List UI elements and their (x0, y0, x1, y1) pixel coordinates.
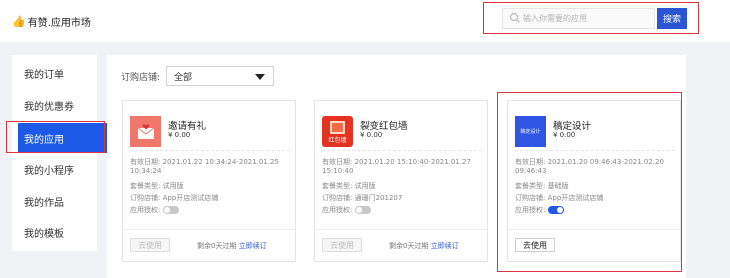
sidebar-highlight-outline (6, 121, 105, 153)
auth-label: 应用授权: (322, 206, 353, 214)
thumbs-up-icon: 👍 (12, 15, 26, 28)
search-box[interactable] (502, 8, 655, 29)
store-value: 通珊门201207 (354, 194, 403, 202)
card-footer-divider (123, 229, 295, 230)
plan-value: 试用版 (354, 182, 376, 190)
sidebar-item-works[interactable]: 我的作品 (12, 186, 97, 216)
valid-date-row: 有效日期: 2021.01.22 10:34:24-2021.01.25 10:… (130, 158, 280, 176)
red-packet-wall-app-icon: 红包墙 (322, 116, 353, 147)
app-name: 裂变红包墙 (360, 121, 408, 132)
logo-text: 有赞.应用市场 (27, 18, 91, 29)
store-row: 订购店铺: App开店测试店铺 (130, 193, 218, 203)
store-label: 订购店铺: (322, 194, 353, 202)
app-card: 红包墙 裂变红包墙 ¥ 0.00 有效日期: 2021.01.20 15:10:… (314, 100, 488, 262)
search-button[interactable]: 搜索 (657, 8, 687, 29)
valid-date-label: 有效日期: (130, 158, 161, 166)
top-bar: 👍 有赞.应用市场 搜索 (0, 0, 730, 42)
store-filter-label: 订购店铺: (121, 73, 161, 83)
sidebar-item-orders[interactable]: 我的订单 (12, 58, 97, 88)
auth-row: 应用授权: (322, 205, 352, 215)
sidebar-item-templates[interactable]: 我的模板 (12, 217, 97, 247)
app-logo[interactable]: 👍 有赞.应用市场 (12, 14, 91, 29)
renew-link[interactable]: 立即续订 (431, 242, 459, 250)
auth-label: 应用授权: (130, 206, 161, 214)
store-filter-select[interactable]: 全部 (166, 66, 274, 86)
red-packet-icon: 红包墙 (328, 121, 347, 144)
sidebar-item-coupons[interactable]: 我的优惠券 (12, 90, 97, 120)
valid-date-label: 有效日期: (322, 158, 353, 166)
expiry-info: 剩余0天过期 立即续订 (389, 241, 459, 251)
store-label: 订购店铺: (130, 194, 161, 202)
remaining-days: 剩余0天过期 (389, 242, 429, 250)
plan-label: 套餐类型: (130, 182, 161, 190)
expiry-info: 剩余0天过期 立即续订 (197, 241, 267, 251)
card-footer-divider (315, 229, 487, 230)
auth-toggle[interactable] (163, 206, 179, 214)
toggle-knob (164, 207, 170, 213)
plan-row: 套餐类型: 试用版 (130, 181, 184, 191)
card-highlight-outline (497, 92, 682, 272)
plan-value: 试用版 (162, 182, 184, 190)
remaining-days: 剩余0天过期 (197, 242, 237, 250)
app-price: ¥ 0.00 (360, 131, 383, 139)
toggle-knob (356, 207, 362, 213)
store-value: App开店测试店铺 (162, 194, 219, 202)
app-price: ¥ 0.00 (168, 131, 191, 139)
sidebar: 我的订单 我的优惠券 我的应用 我的小程序 我的作品 我的模板 (12, 55, 109, 251)
auth-row: 应用授权: (130, 205, 160, 215)
renew-link[interactable]: 立即续订 (239, 242, 267, 250)
search-input[interactable] (523, 10, 651, 27)
sidebar-item-mini-programs[interactable]: 我的小程序 (12, 154, 97, 184)
divider (322, 150, 482, 151)
app-name: 邀请有礼 (168, 121, 207, 132)
use-button[interactable]: 去使用 (130, 238, 170, 252)
invite-gift-app-icon (130, 116, 161, 147)
auth-toggle[interactable] (355, 206, 371, 214)
store-row: 订购店铺: 通珊门201207 (322, 193, 402, 203)
use-button[interactable]: 去使用 (322, 238, 362, 252)
envelope-heart-icon (137, 123, 154, 139)
chevron-down-icon (255, 74, 265, 80)
search-icon (509, 12, 520, 23)
divider (130, 150, 290, 151)
store-filter-value: 全部 (174, 72, 193, 83)
plan-label: 套餐类型: (322, 182, 353, 190)
valid-date-row: 有效日期: 2021.01.20 15:10:40-2021.01.27 15:… (322, 158, 472, 176)
plan-row: 套餐类型: 试用版 (322, 181, 376, 191)
red-packet-icon-text: 红包墙 (328, 136, 346, 144)
app-card: 邀请有礼 ¥ 0.00 有效日期: 2021.01.22 10:34:24-20… (122, 100, 296, 262)
